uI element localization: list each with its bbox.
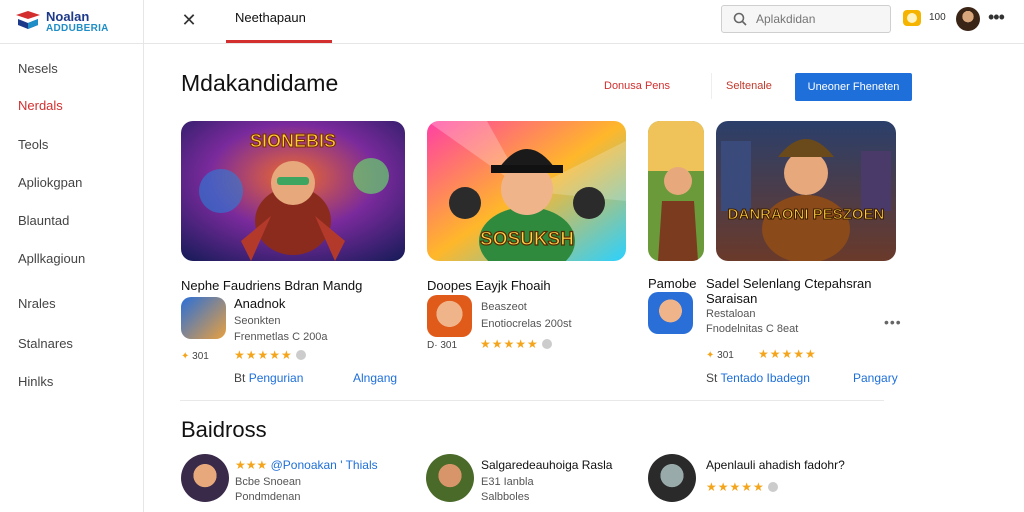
banner-3-text: DANRAONI PESZOEN [728,206,885,223]
card-1-link-left[interactable]: Bt Pengurian [234,371,303,385]
banner-art-3a [648,121,704,261]
rec-2-sub2: Salbboles [481,491,530,503]
coin-icon[interactable] [903,10,921,26]
logo-icon [16,11,40,29]
section-title-recommended: Baidross [181,417,267,442]
card-3-title-line2: Saraisan [706,291,758,306]
rec-3-rating: ★★★★★ [706,480,778,494]
logo-line2: ADDUBERIA [46,23,109,34]
card-1-app-icon[interactable] [181,297,226,339]
card-3-sub2: Fnodelnitas C 8eat [706,323,799,335]
tab-active[interactable]: Neethapaun [226,0,332,44]
banner-2-text: SOSUKSH [480,229,574,250]
sidebar-item-4[interactable]: Apliokgpan [18,175,82,190]
banner-1-text: SIONEBIS [250,131,336,151]
card-2-app-icon[interactable] [427,295,472,337]
card-3-more-icon[interactable]: ••• [884,314,902,330]
rec-3-avatar[interactable] [648,454,696,502]
top-bar: Noalan ADDUBERIA ✕ Neethapaun 100 ••• [0,0,1024,44]
rec-1-sub1: Bcbe Snoean [235,476,302,488]
sidebar-item-7[interactable]: Nrales [18,296,56,311]
sidebar: Nesels Nerdals Teols Apliokgpan Blauntad… [0,44,144,512]
fire-icon: ✦ [706,350,718,361]
card-3-prefix: Pamobe [648,276,697,291]
rating-badge-icon [541,339,552,349]
rec-1-sub2: Pondmdenan [235,491,301,503]
card-3-link-right[interactable]: Pangary [853,371,898,385]
fire-icon: ✦ [181,351,193,362]
card-1-sub2: Frenmetlas C 200a [234,331,328,343]
banner-art-2: SOSUKSH [427,121,626,261]
header-divider [143,0,144,44]
featured-banner-1[interactable]: SIONEBIS [181,121,405,261]
sidebar-item-5[interactable]: Blauntad [18,213,69,228]
card-2-sub2: Enotiocrelas 200st [481,318,572,330]
rec-2-title[interactable]: Salgaredeauhoiga Rasla [481,458,612,472]
card-1-count: ✦ 301 [181,351,209,362]
rec-2-avatar[interactable] [426,454,474,502]
banner-art-1: SIONEBIS [181,121,405,261]
card-3-rating: ★★★★★ [758,347,817,361]
rec-3-title[interactable]: Apenlauli ahadish fadohr? [706,458,845,472]
primary-button[interactable]: Uneoner Fheneten [795,73,912,101]
avatar[interactable] [956,7,980,31]
sidebar-item-3[interactable]: Teols [18,137,48,152]
sidebar-item-2[interactable]: Nerdals [18,98,63,113]
logo-line1: Noalan [46,9,90,24]
rec-1-avatar[interactable] [181,454,229,502]
coin-count: 100 [929,12,946,23]
rec-2-sub1: E31 Ianbla [481,476,534,488]
search-icon [733,12,747,26]
main-content: Mdakandidame Donusa Pens Seltenale Uneon… [144,44,1024,512]
rec-1-title[interactable]: ★★★ @Ponoakan ' Thials [235,458,378,472]
featured-banner-3b[interactable]: DANRAONI PESZOEN [716,121,896,261]
sidebar-item-9[interactable]: Hinlks [18,374,53,389]
banner-art-3b: DANRAONI PESZOEN [716,121,896,261]
card-3-count: ✦ 301 [706,350,734,361]
section-divider [180,400,884,401]
card-1-title-line2: Anadnok [234,296,286,311]
card-2-count: D· 301 [427,340,458,351]
featured-banner-3a[interactable] [648,121,704,261]
card-1-title[interactable]: Nephe Faudriens Bdran Mandg [181,277,362,294]
search-input[interactable] [756,10,886,28]
card-3-link-left[interactable]: St Tentado Ibadegn [706,371,810,385]
featured-banner-2[interactable]: SOSUKSH [427,121,626,261]
card-2-title[interactable]: Doopes Eayjk Fhoaih [427,277,551,294]
app-logo[interactable]: Noalan ADDUBERIA [14,6,134,38]
search-box[interactable] [721,5,891,33]
rating-badge-icon [295,350,306,360]
card-2-sub1: Beaszeot [481,301,527,313]
filter-chip-a[interactable]: Donusa Pens [594,73,712,99]
section-title-featured: Mdakandidame [181,70,339,96]
close-icon[interactable]: ✕ [178,9,200,31]
sidebar-item-8[interactable]: Stalnares [18,336,73,351]
more-menu-icon[interactable]: ••• [988,8,1005,26]
card-1-rating: ★★★★★ [234,348,306,362]
sidebar-item-1[interactable]: Nesels [18,61,58,76]
card-1-link-right[interactable]: Alngang [353,371,397,385]
card-3-sub1: Restaloan [706,308,756,320]
rating-badge-icon [767,482,778,492]
card-1-sub1: Seonkten [234,315,281,327]
sidebar-item-6[interactable]: Apllkagioun [18,251,85,266]
card-2-rating: ★★★★★ [480,337,552,351]
card-3-app-icon[interactable] [648,292,693,334]
filter-chip-b[interactable]: Seltenale [716,73,786,99]
